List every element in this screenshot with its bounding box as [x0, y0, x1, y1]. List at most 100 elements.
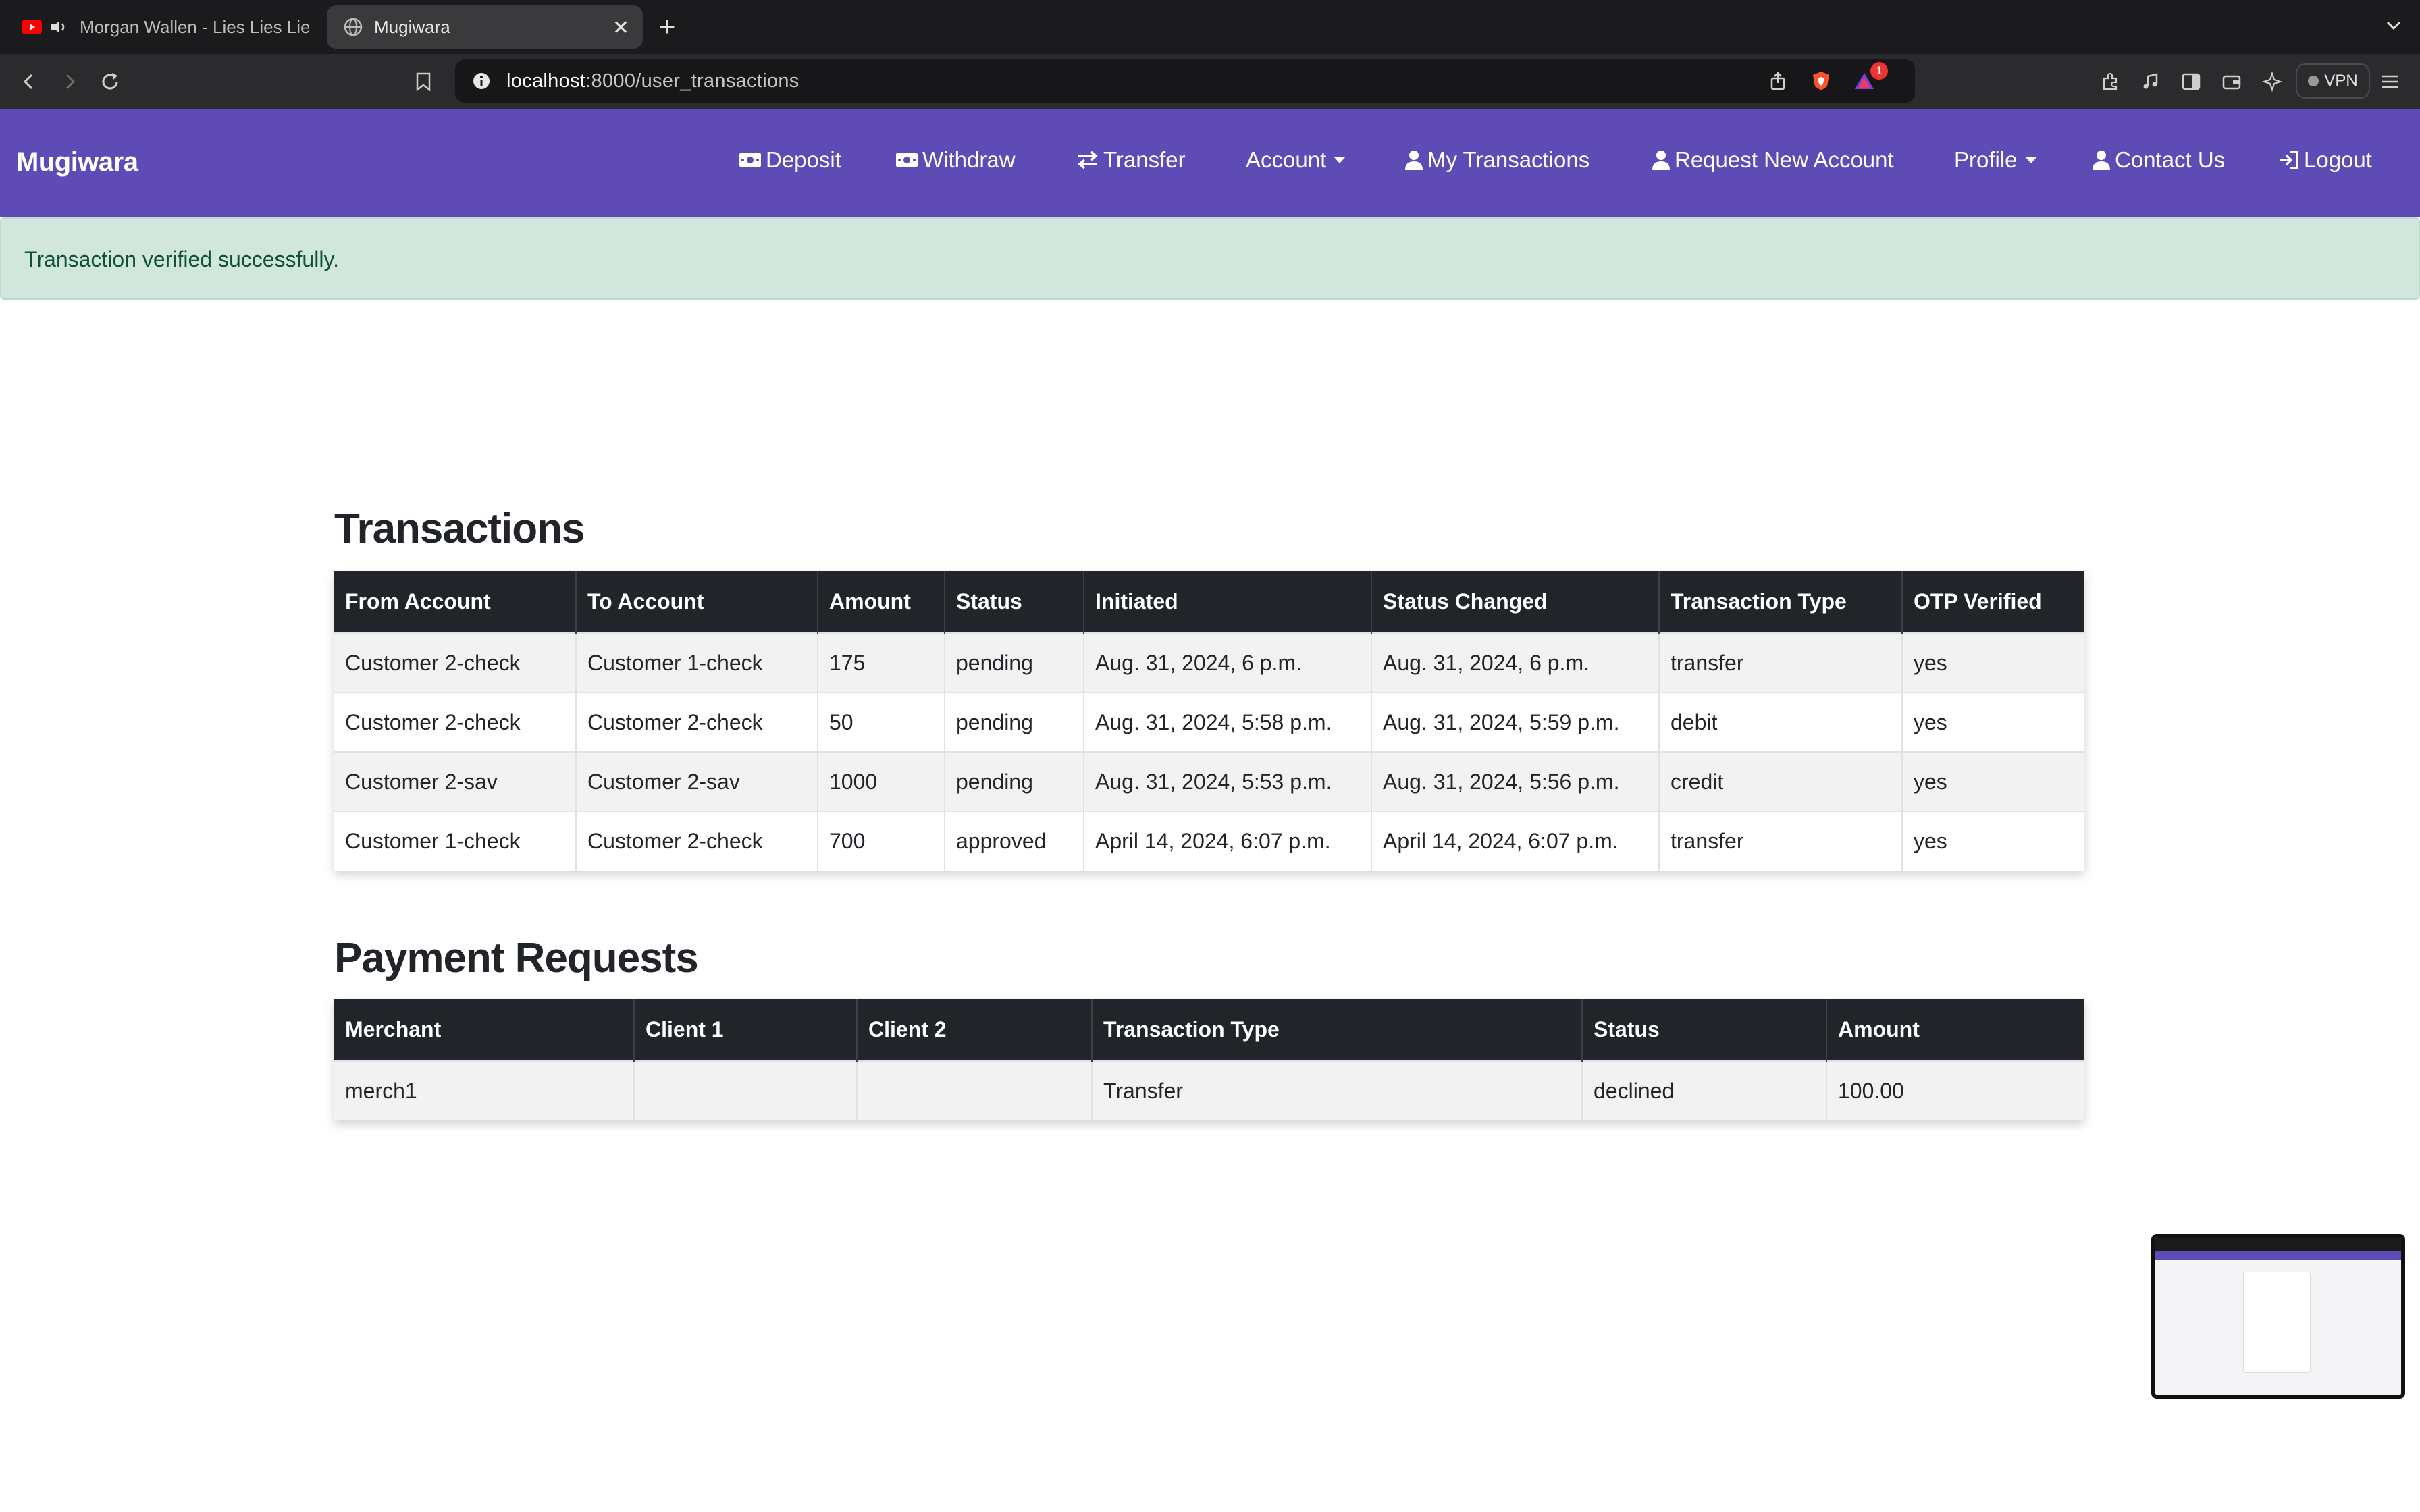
table-cell: yes — [1902, 632, 2084, 693]
caret-down-icon — [2025, 157, 2036, 163]
nav-profile-dropdown[interactable]: Profile — [1954, 147, 2036, 173]
browser-toolbar: localhost:8000/user_transactions 1 VPN — [0, 54, 2420, 109]
table-row: Customer 2-check Customer 1-check 175 pe… — [334, 632, 2084, 693]
wallet-icon[interactable] — [2219, 69, 2244, 94]
column-header: To Account — [576, 571, 818, 633]
nav-label: Profile — [1954, 147, 2018, 172]
bookmark-icon[interactable] — [411, 69, 436, 94]
nav-label: My Transactions — [1427, 147, 1590, 172]
nav-transfer[interactable]: Transfer — [1076, 147, 1186, 173]
table-cell: pending — [945, 692, 1084, 752]
nav-deposit[interactable]: Deposit — [739, 147, 841, 173]
money-icon — [739, 151, 762, 169]
browser-tab-mugiwara[interactable]: Mugiwara ✕ — [327, 5, 643, 49]
table-cell: Customer 2-check — [334, 692, 577, 752]
table-cell: 175 — [818, 632, 945, 693]
table-cell: Aug. 31, 2024, 5:53 p.m. — [1084, 751, 1372, 811]
sign-out-icon — [2278, 150, 2300, 170]
close-tab-icon[interactable]: ✕ — [612, 16, 629, 40]
nav-logout[interactable]: Logout — [2278, 147, 2372, 173]
globe-icon — [343, 17, 363, 37]
address-bar[interactable]: localhost:8000/user_transactions 1 — [455, 59, 1915, 103]
nav-label: Withdraw — [922, 147, 1016, 172]
table-cell: approved — [945, 811, 1084, 871]
extensions-icon[interactable] — [2097, 69, 2123, 94]
column-header: Client 2 — [857, 999, 1093, 1061]
browser-tab-bar: Morgan Wallen - Lies Lies Lies Mugiwara … — [0, 0, 2420, 54]
share-icon[interactable] — [1765, 68, 1791, 94]
table-cell: yes — [1902, 751, 2084, 811]
table-cell: 100.00 — [1826, 1060, 2084, 1120]
table-cell: Customer 1-check — [334, 811, 577, 871]
user-icon — [1404, 149, 1423, 171]
column-header: Transaction Type — [1659, 571, 1903, 633]
table-cell: 1000 — [818, 751, 945, 811]
table-cell: Aug. 31, 2024, 6 p.m. — [1084, 632, 1372, 693]
column-header: Amount — [1826, 999, 2084, 1061]
thumbnail-tabbar — [2155, 1238, 2401, 1251]
nav-withdraw[interactable]: Withdraw — [895, 147, 1016, 173]
table-cell: Aug. 31, 2024, 5:58 p.m. — [1084, 692, 1372, 752]
table-cell: transfer — [1659, 811, 1903, 871]
table-row: merch1 Transfer declined 100.00 — [334, 1060, 2084, 1120]
nav-label: Logout — [2304, 147, 2372, 172]
screenshot-thumbnail[interactable] — [2151, 1234, 2405, 1399]
table-cell: April 14, 2024, 6:07 p.m. — [1084, 811, 1372, 871]
brand-logo[interactable]: Mugiwara — [16, 147, 138, 178]
table-cell: Customer 2-check — [576, 692, 818, 752]
table-cell: credit — [1659, 751, 1903, 811]
app-navbar: Mugiwara Deposit Withdraw Transfer Accou… — [0, 109, 2420, 217]
music-icon[interactable] — [2138, 69, 2163, 94]
speaker-icon[interactable] — [49, 17, 69, 37]
nav-account-dropdown[interactable]: Account — [1246, 147, 1346, 173]
reload-icon[interactable] — [97, 69, 123, 94]
site-info-icon[interactable] — [469, 68, 494, 94]
nav-contact-us[interactable]: Contact Us — [2092, 147, 2225, 173]
column-header: Transaction Type — [1092, 999, 1583, 1061]
column-header: Initiated — [1084, 571, 1372, 633]
nav-label: Contact Us — [2115, 147, 2226, 172]
chevron-down-icon[interactable] — [2384, 15, 2404, 38]
money-icon — [895, 151, 918, 169]
forward-icon[interactable] — [57, 69, 82, 94]
table-header-row: From Account To Account Amount Status In… — [334, 571, 2084, 633]
table-cell: merch1 — [334, 1060, 635, 1120]
payment-requests-heading: Payment Requests — [334, 935, 699, 981]
table-cell: debit — [1659, 692, 1903, 752]
column-header: Status Changed — [1371, 571, 1660, 633]
leo-ai-icon[interactable] — [2259, 69, 2285, 94]
nav-request-new-account[interactable]: Request New Account — [1652, 147, 1894, 173]
table-cell: 700 — [818, 811, 945, 871]
table-cell: Customer 2-check — [576, 811, 818, 871]
column-header: Client 1 — [634, 999, 858, 1061]
column-header: OTP Verified — [1902, 571, 2084, 633]
transactions-heading: Transactions — [334, 506, 585, 552]
thumbnail-navbar — [2155, 1251, 2401, 1260]
browser-tab-youtube[interactable]: Morgan Wallen - Lies Lies Lies — [12, 5, 309, 49]
notification-badge: 1 — [1870, 62, 1888, 80]
table-row: Customer 1-check Customer 2-check 700 ap… — [334, 811, 2084, 871]
new-tab-icon[interactable]: + — [659, 12, 676, 40]
vpn-label: VPN — [2324, 72, 2358, 90]
table-cell: Aug. 31, 2024, 6 p.m. — [1371, 632, 1660, 693]
table-cell: yes — [1902, 692, 2084, 752]
menu-icon[interactable] — [2377, 69, 2402, 94]
user-icon — [1652, 149, 1671, 171]
table-cell: Aug. 31, 2024, 5:56 p.m. — [1371, 751, 1660, 811]
table-cell: declined — [1582, 1060, 1827, 1120]
nav-my-transactions[interactable]: My Transactions — [1404, 147, 1589, 173]
back-icon[interactable] — [16, 69, 42, 94]
nav-label: Deposit — [766, 147, 841, 172]
nav-label: Transfer — [1103, 147, 1186, 172]
vpn-button[interactable]: VPN — [2296, 63, 2370, 99]
vpn-status-icon — [2308, 76, 2319, 86]
brave-shield-icon[interactable] — [1808, 68, 1834, 94]
user-icon — [2092, 149, 2111, 171]
youtube-icon — [22, 17, 42, 37]
table-cell: transfer — [1659, 632, 1903, 693]
tab-title: Morgan Wallen - Lies Lies Lies — [80, 16, 309, 37]
table-row: Customer 2-check Customer 2-check 50 pen… — [334, 692, 2084, 752]
table-cell: pending — [945, 632, 1084, 693]
sidebar-icon[interactable] — [2178, 69, 2204, 94]
success-alert: Transaction verified successfully. — [0, 217, 2420, 300]
